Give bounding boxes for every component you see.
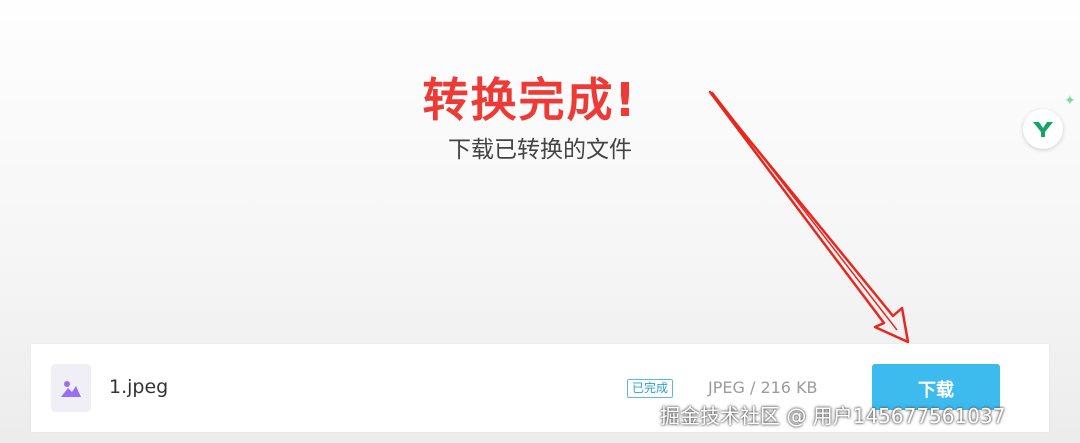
sparkle-icon: ✦: [1064, 93, 1076, 109]
page-subtitle: 下载已转换的文件: [448, 137, 632, 163]
watermark: 掘金技术社区 @ 用户145677561037: [660, 404, 1006, 428]
file-meta: JPEG / 216 KB: [708, 378, 818, 397]
page-title: 转换完成!: [422, 73, 638, 127]
file-name: 1.jpeg: [109, 376, 169, 398]
assistant-button[interactable]: [1023, 109, 1063, 149]
image-file-icon: [51, 364, 91, 412]
y-logo-icon: [1033, 122, 1053, 137]
status-badge: 已完成: [627, 379, 674, 398]
